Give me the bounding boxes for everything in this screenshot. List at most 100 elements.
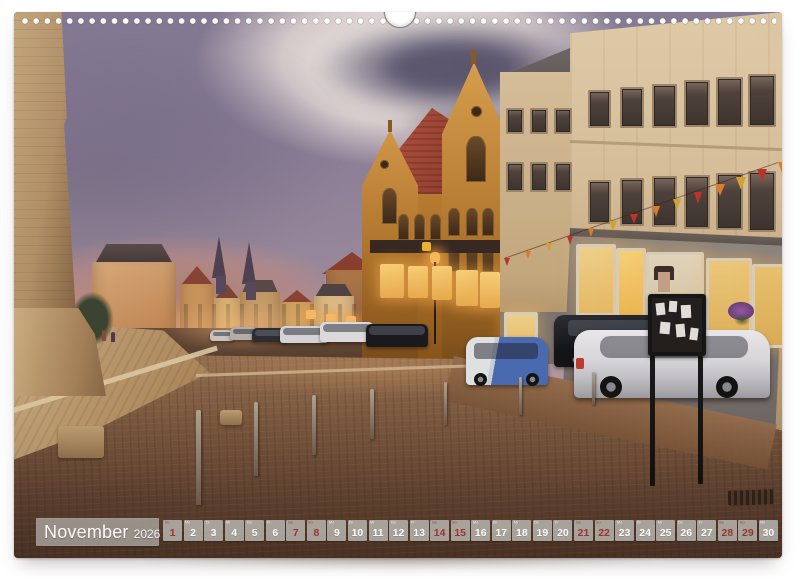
day-cell: Sa 14 xyxy=(430,520,449,541)
pennant-flag xyxy=(694,192,702,204)
day-number: 19 xyxy=(533,527,552,539)
bollard xyxy=(254,402,258,476)
bollard-row xyxy=(14,12,782,558)
day-number: 11 xyxy=(369,527,388,539)
day-cell: So1 xyxy=(163,520,182,541)
day-cell: Mi 4 xyxy=(225,520,244,541)
bollard xyxy=(592,372,595,405)
pinned-note xyxy=(655,303,665,316)
day-cell: So 22 xyxy=(595,520,614,541)
weekday-label: Fr xyxy=(699,521,703,525)
day-number: 15 xyxy=(451,527,470,539)
pinned-note xyxy=(659,322,670,335)
day-number: 24 xyxy=(636,527,655,539)
pennant-flag xyxy=(609,221,617,231)
day-number: 9 xyxy=(327,527,346,539)
weekday-label: Mo xyxy=(329,521,334,525)
day-number: 4 xyxy=(225,527,244,539)
pennant-flag xyxy=(715,184,725,196)
day-number: 13 xyxy=(410,527,429,539)
day-cell: Fr 13 xyxy=(410,520,429,541)
weekday-label: Do xyxy=(678,521,683,525)
bollard xyxy=(519,377,522,415)
day-cell: Di 3 xyxy=(204,520,223,541)
drain-grate xyxy=(728,489,774,506)
pennant-flag xyxy=(736,177,746,190)
pennant-flag xyxy=(673,199,681,210)
weekday-label: Mo xyxy=(473,521,478,525)
notice-board xyxy=(648,294,706,356)
weekday-label: So xyxy=(452,521,457,525)
day-number: 26 xyxy=(677,527,696,539)
weekday-label: Do xyxy=(391,521,396,525)
day-number: 20 xyxy=(553,527,572,539)
day-number: 3 xyxy=(204,527,223,539)
pinned-note xyxy=(681,305,692,319)
pennant-flag xyxy=(778,162,782,176)
weekday-label: So xyxy=(596,521,601,525)
day-cell: Mi 18 xyxy=(512,520,531,541)
day-cell: Mi 11 xyxy=(369,520,388,541)
day-cell: Mo 23 xyxy=(615,520,634,541)
day-cell: Mo30 xyxy=(759,520,778,541)
weekday-label: Mo xyxy=(185,521,190,525)
pennant-flag xyxy=(504,258,510,266)
day-cell: Mi 25 xyxy=(656,520,675,541)
bollard xyxy=(312,395,316,455)
weekday-label: Fr xyxy=(411,521,415,525)
weekday-label: Di xyxy=(493,521,497,525)
day-cell: Do 12 xyxy=(389,520,408,541)
day-number: 8 xyxy=(307,527,326,539)
weekday-label: Mi xyxy=(658,521,662,525)
day-number: 30 xyxy=(759,527,778,539)
day-number: 25 xyxy=(656,527,675,539)
pennant-flag xyxy=(652,206,660,217)
day-cell: Do 26 xyxy=(677,520,696,541)
day-cell: Di 10 xyxy=(348,520,367,541)
day-row: So1Mo2Di3Mi4Do5Fr6Sa7So8Mo9Di10Mi11Do12F… xyxy=(163,520,780,541)
pinned-note xyxy=(689,328,698,341)
day-cell: So 8 xyxy=(307,520,326,541)
day-cell: Do5 xyxy=(245,520,264,541)
weekday-label: Di xyxy=(349,521,353,525)
day-cell: Sa28 xyxy=(718,520,737,541)
weekday-label: So xyxy=(308,521,313,525)
weekday-label: Mi xyxy=(370,521,374,525)
wall-calendar-product-photo: November 2026 So1Mo2Di3Mi4Do5Fr6Sa7So8Mo… xyxy=(0,0,800,577)
weekday-label: So xyxy=(740,521,745,525)
weekday-label: Sa xyxy=(288,521,293,525)
notice-board-face xyxy=(652,298,702,352)
month-label: November xyxy=(44,522,129,543)
day-cell: Di 24 xyxy=(636,520,655,541)
day-number: 12 xyxy=(389,527,408,539)
month-box: November 2026 xyxy=(36,518,159,546)
day-number: 2 xyxy=(184,527,203,539)
day-cell: Di17 xyxy=(492,520,511,541)
pennant-flag xyxy=(567,236,573,245)
day-number: 23 xyxy=(615,527,634,539)
day-number: 10 xyxy=(348,527,367,539)
year-label: 2026 xyxy=(134,524,161,541)
weekday-label: Di xyxy=(206,521,210,525)
day-number: 1 xyxy=(163,527,182,539)
calendar-page: November 2026 So1Mo2Di3Mi4Do5Fr6Sa7So8Mo… xyxy=(14,12,782,558)
day-number: 28 xyxy=(718,527,737,539)
day-cell: Sa7 xyxy=(286,520,305,541)
weekday-label: Di xyxy=(637,521,641,525)
weekday-label: Fr xyxy=(555,521,559,525)
day-number: 29 xyxy=(738,527,757,539)
weekday-label: Mi xyxy=(514,521,518,525)
day-cell: Sa21 xyxy=(574,520,593,541)
bollard xyxy=(444,382,447,425)
day-number: 22 xyxy=(595,527,614,539)
day-number: 18 xyxy=(512,527,531,539)
weekday-label: Mi xyxy=(226,521,230,525)
weekday-label: Sa xyxy=(432,521,437,525)
day-number: 27 xyxy=(697,527,716,539)
day-number: 14 xyxy=(430,527,449,539)
day-cell: Mo 9 xyxy=(327,520,346,541)
weekday-label: Mo xyxy=(617,521,622,525)
weekday-label: Sa xyxy=(576,521,581,525)
day-number: 16 xyxy=(471,527,490,539)
day-cell: So 29 xyxy=(738,520,757,541)
